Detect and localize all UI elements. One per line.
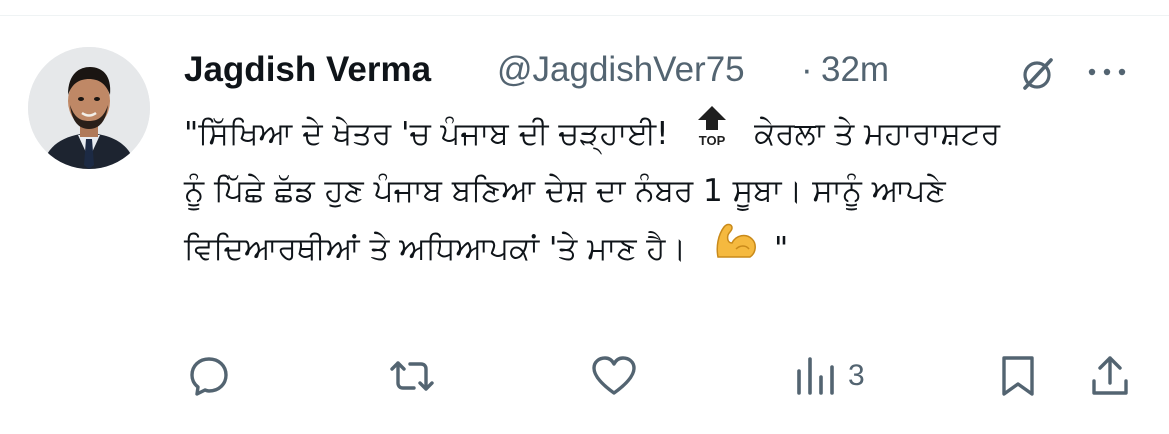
timestamp[interactable]: 32m [821,50,889,90]
reply-button[interactable] [186,348,232,404]
views-icon [794,353,838,399]
separator-dot: · [801,50,813,89]
views-button[interactable]: 3 [794,348,865,404]
grok-icon[interactable] [1018,54,1058,94]
author-handle[interactable]: @JagdishVer75 [497,50,745,90]
top-divider [0,15,1169,16]
flexed-biceps-emoji [712,221,758,280]
retweet-button[interactable] [388,348,436,404]
top-emoji-label: TOP [699,133,726,148]
action-bar: 3 [184,348,1144,404]
tweet-text-segment: ਕੇਰਲਾ ਤੇ ਮਹਾਰਾਸ਼ਟਰ [754,116,1001,152]
bookmark-icon [998,353,1038,399]
tweet-text-segment: "ਸਿੱਖਿਆ ਦੇ ਖੇਤਰ 'ਚ ਪੰਜਾਬ ਦੀ ਚੜ੍ਹਾਈ! [184,116,669,152]
tweet-text-line: ਨੂੰ ਪਿੱਛੇ ਛੱਡ ਹੁਣ ਪੰਜਾਬ ਬਣਿਆ ਦੇਸ਼ ਦਾ ਨੰਬ… [184,162,1144,220]
tweet-header: Jagdish Verma @JagdishVer75 · 32m [184,46,1144,96]
top-arrow-emoji: TOP [692,104,732,167]
share-icon [1088,353,1132,399]
author-name[interactable]: Jagdish Verma [184,50,431,90]
tweet-text-line: ਵਿਦਿਆਰਥੀਆਂ ਤੇ ਅਧਿਆਪਕਾਂ 'ਤੇ ਮਾਣ ਹੈ। " [184,220,1144,278]
views-count: 3 [848,359,865,392]
like-icon [590,353,638,399]
more-icon[interactable] [1086,60,1128,84]
retweet-icon [388,353,436,399]
tweet-text-line: "ਸਿੱਖਿਆ ਦੇ ਖੇਤਰ 'ਚ ਪੰਜਾਬ ਦੀ ਚੜ੍ਹਾਈ! TOP … [184,104,1144,162]
bookmark-button[interactable] [998,348,1038,404]
reply-icon [186,353,232,399]
tweet-text-segment: " [774,231,789,267]
tweet-text: "ਸਿੱਖਿਆ ਦੇ ਖੇਤਰ 'ਚ ਪੰਜਾਬ ਦੀ ਚੜ੍ਹਾਈ! TOP … [184,104,1144,278]
avatar[interactable] [28,47,150,169]
tweet-text-segment: ਵਿਦਿਆਰਥੀਆਂ ਤੇ ਅਧਿਆਪਕਾਂ 'ਤੇ ਮਾਣ ਹੈ। [184,231,687,267]
like-button[interactable] [590,348,638,404]
share-button[interactable] [1088,348,1132,404]
tweet-text-segment: ਨੂੰ ਪਿੱਛੇ ਛੱਡ ਹੁਣ ਪੰਜਾਬ ਬਣਿਆ ਦੇਸ਼ ਦਾ ਨੰਬ… [184,173,946,209]
